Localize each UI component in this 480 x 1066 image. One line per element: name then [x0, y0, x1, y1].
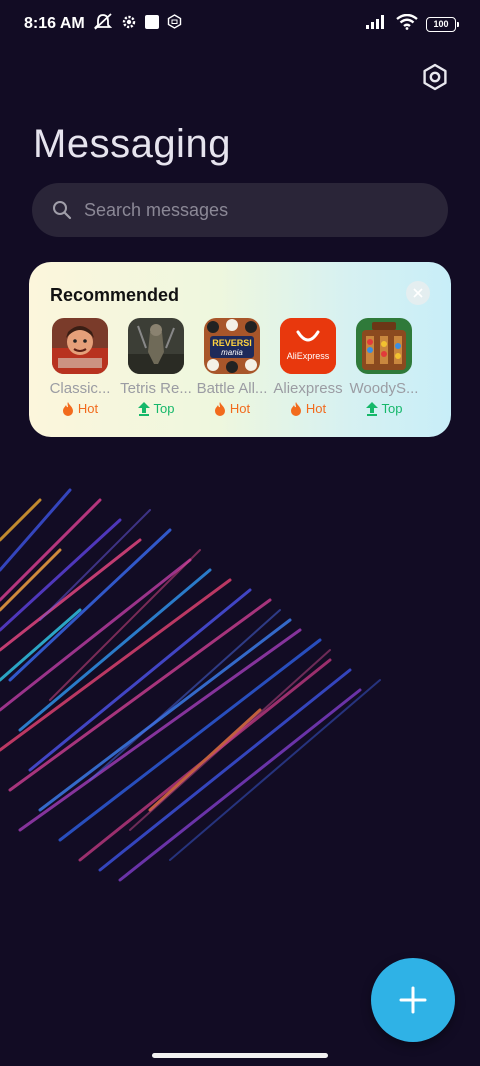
app-icon-reversi: REVERSI mania	[204, 318, 260, 374]
badge-label: Top	[381, 401, 403, 416]
flame-icon	[214, 401, 225, 416]
badge-label: Top	[153, 401, 175, 416]
arrow-up-icon	[365, 401, 378, 416]
hot-badge: Hot	[62, 401, 98, 416]
recommended-card: Recommended Classic... Hot Tetris Re... …	[29, 262, 451, 437]
wifi-icon	[396, 13, 418, 35]
svg-text:REVERSI: REVERSI	[212, 338, 252, 348]
search-input[interactable]: Search messages	[32, 183, 448, 237]
top-badge: Top	[365, 401, 403, 416]
home-indicator[interactable]	[152, 1053, 328, 1058]
app-name: WoodyS...	[349, 380, 419, 397]
app-name: Battle All...	[196, 380, 268, 397]
app-icon-classic	[52, 318, 108, 374]
app-icon-aliexpress: AliExpress	[280, 318, 336, 374]
status-time: 8:16 AM	[24, 15, 85, 32]
mute-icon	[93, 12, 113, 36]
page-title: Messaging	[33, 122, 231, 166]
search-icon	[53, 201, 72, 220]
top-badge: Top	[137, 401, 175, 416]
status-bar: 8:16 AM 100	[0, 0, 480, 48]
arrow-up-icon	[137, 401, 150, 416]
battery-level: 100	[433, 19, 449, 29]
flame-icon	[290, 401, 301, 416]
settings-button[interactable]	[418, 60, 452, 94]
badge-label: Hot	[77, 401, 99, 416]
hot-badge: Hot	[214, 401, 250, 416]
app-icon-tetris	[128, 318, 184, 374]
recommended-app[interactable]: REVERSI mania Battle All... Hot	[197, 318, 267, 416]
wallpaper-streaks	[0, 488, 381, 882]
settings-gear-icon	[121, 14, 137, 35]
flame-icon	[62, 401, 73, 416]
badge-label: Hot	[229, 401, 251, 416]
square-notification-icon	[144, 14, 159, 34]
app-icon-woody	[356, 318, 412, 374]
new-message-button[interactable]	[371, 958, 455, 1042]
recommended-app[interactable]: Tetris Re... Top	[120, 318, 192, 416]
svg-text:mania: mania	[221, 348, 243, 357]
recommended-app[interactable]: AliExpress Aliexpress Hot	[273, 318, 343, 416]
close-icon	[413, 288, 423, 298]
battery-icon: 100	[426, 16, 459, 32]
recommended-app[interactable]: WoodyS... Top	[350, 318, 418, 416]
plus-icon	[399, 986, 427, 1014]
recommended-app[interactable]: Classic... Hot	[50, 318, 110, 416]
close-recommended-button[interactable]	[406, 281, 430, 305]
hot-badge: Hot	[290, 401, 326, 416]
search-placeholder: Search messages	[84, 199, 229, 220]
badge-label: Hot	[305, 401, 327, 416]
signal-icon	[366, 14, 388, 34]
recommended-title: Recommended	[50, 285, 180, 305]
app-name: Aliexpress	[273, 380, 343, 397]
app-name: Tetris Re...	[120, 380, 192, 397]
settings-icon	[423, 63, 447, 91]
mi-icon	[167, 14, 182, 34]
app-name: Classic...	[49, 380, 111, 397]
aliexpress-logo-text: AliExpress	[286, 351, 330, 361]
